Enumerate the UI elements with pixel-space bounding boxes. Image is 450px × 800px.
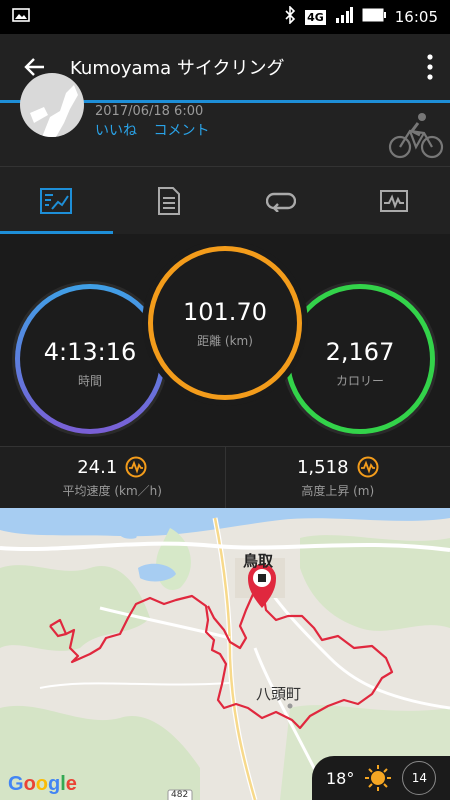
stats-panel: 4:13:16 時間 2,167 カロリー 101.70 距離 (km) <box>0 234 450 446</box>
calories-value: 2,167 <box>325 337 395 366</box>
time-label: 時間 <box>77 373 102 388</box>
tab-details[interactable] <box>113 167 226 234</box>
laps-icon <box>266 192 297 212</box>
activity-header: 2017/06/18 6:00 いいね コメント <box>0 73 450 166</box>
stats-icon <box>40 187 73 214</box>
map-label-yazu: 八頭町 <box>256 685 302 703</box>
wind-speed-indicator: 14 <box>402 761 437 795</box>
time-value: 4:13:16 <box>43 337 137 366</box>
like-link[interactable]: いいね <box>95 123 137 139</box>
avg-speed-metric[interactable]: 24.1 平均速度 (km／h) <box>0 447 226 508</box>
tab-laps[interactable] <box>225 167 338 234</box>
tab-overview[interactable] <box>0 167 113 234</box>
avatar[interactable] <box>20 73 84 137</box>
cycling-icon <box>388 109 444 165</box>
trend-icon <box>125 456 147 478</box>
network-badge: 4G <box>305 9 326 25</box>
distance-label: 距離 (km) <box>197 333 253 348</box>
map-label-tottori: 鳥取 <box>243 552 274 570</box>
page-title: Kumoyama サイクリング <box>70 58 285 79</box>
comment-link[interactable]: コメント <box>153 123 209 139</box>
gallery-icon <box>12 8 30 26</box>
status-bar: 4G 16:05 <box>0 0 450 34</box>
signal-icon <box>335 7 353 27</box>
avg-speed-label: 平均速度 (km／h) <box>62 484 162 498</box>
activity-date: 2017/06/18 6:00 <box>95 104 204 119</box>
elevation-metric[interactable]: 1,518 高度上昇 (m) <box>226 447 450 508</box>
distance-ring: 101.70 距離 (km) <box>148 246 302 400</box>
sun-icon <box>365 765 392 791</box>
elevation-value: 1,518 <box>296 456 349 478</box>
tab-charts[interactable] <box>338 167 450 234</box>
detail-tabs <box>0 166 450 234</box>
wind-speed: 14 <box>411 771 427 785</box>
elevation-label: 高度上昇 (m) <box>301 484 375 498</box>
bluetooth-icon <box>284 5 296 28</box>
distance-value: 101.70 <box>183 297 267 326</box>
calories-ring: 2,167 カロリー <box>285 284 435 434</box>
more-vert-icon <box>427 54 433 80</box>
document-list-icon <box>157 186 180 215</box>
metrics-row: 24.1 平均速度 (km／h) 1,518 高度上昇 (m) <box>0 446 450 508</box>
road-number-label: 482 <box>171 790 189 800</box>
avg-speed-value: 24.1 <box>77 456 118 478</box>
weather-widget[interactable]: 18° 14 <box>312 756 450 800</box>
temperature: 18° <box>326 768 355 788</box>
battery-icon <box>362 8 386 26</box>
clock: 16:05 <box>394 8 438 26</box>
time-ring: 4:13:16 時間 <box>15 284 165 434</box>
calories-label: カロリー <box>335 373 384 388</box>
overflow-menu-button[interactable] <box>410 34 450 100</box>
route-map[interactable]: 鳥取 八頭町 482 Google 18° 14 <box>0 508 450 800</box>
google-logo: Google <box>8 773 77 795</box>
chart-icon <box>379 189 408 212</box>
trend-icon <box>357 456 379 478</box>
